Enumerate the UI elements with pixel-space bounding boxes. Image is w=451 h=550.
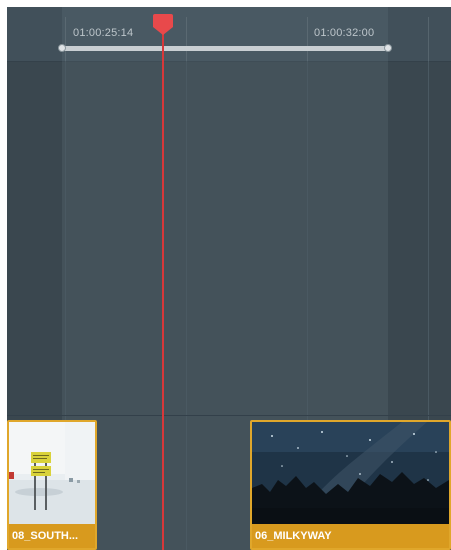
ruler-tick: [428, 17, 429, 61]
clip-name: 06_MILKYWAY: [252, 524, 449, 548]
playhead-handle[interactable]: [153, 14, 173, 27]
clip-name: 08_SOUTH...: [9, 524, 95, 548]
track-divider: [7, 415, 451, 416]
in-out-range-bar[interactable]: [62, 46, 388, 51]
clip-south-pole[interactable]: 08_SOUTH...: [7, 420, 97, 550]
playhead-marker-icon[interactable]: [153, 27, 173, 35]
grid-line: [186, 61, 187, 550]
out-point-handle[interactable]: [384, 44, 392, 52]
in-point-handle[interactable]: [58, 44, 66, 52]
clip-thumbnail: [252, 422, 449, 526]
playhead-line[interactable]: [162, 21, 164, 550]
clip-thumbnail: [9, 422, 95, 526]
clip-milkyway[interactable]: 06_MILKYWAY: [250, 420, 451, 550]
timeline-panel[interactable]: 01:00:25:14 01:00:32:00 08_SOUTH... 06_M…: [7, 7, 451, 550]
